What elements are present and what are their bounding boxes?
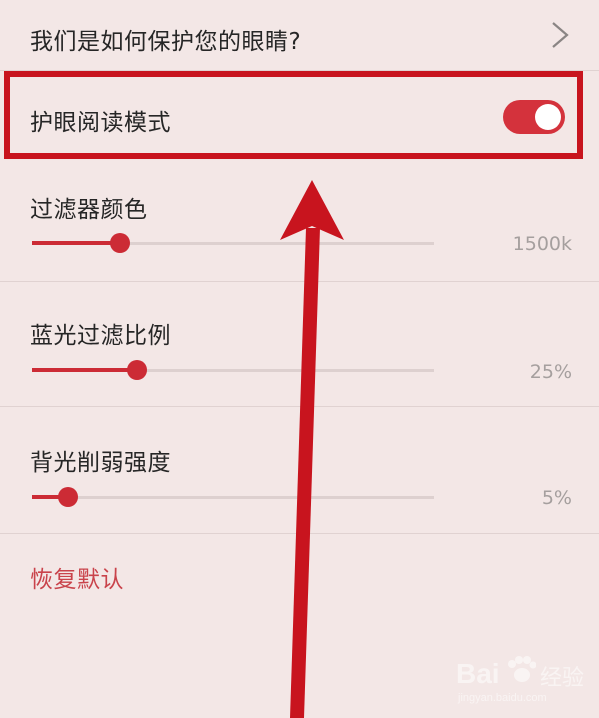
protect-eyes-label: 我们是如何保护您的眼睛? bbox=[30, 29, 302, 55]
protect-eyes-row[interactable]: 我们是如何保护您的眼睛? bbox=[0, 0, 599, 70]
divider bbox=[0, 533, 599, 534]
highlight-box bbox=[4, 71, 583, 159]
watermark-jingyan-text: 经验 bbox=[540, 665, 585, 690]
filter-color-slider[interactable] bbox=[32, 233, 434, 253]
filter-color-label: 过滤器颜色 bbox=[30, 197, 148, 223]
slider-fill bbox=[32, 368, 137, 372]
backlight-weaken-value: 5% bbox=[541, 487, 572, 509]
slider-thumb[interactable] bbox=[58, 487, 78, 507]
slider-fill bbox=[32, 241, 120, 245]
blue-light-ratio-value: 25% bbox=[529, 361, 572, 383]
blue-light-ratio-row: 蓝光过滤比例 25% bbox=[0, 282, 599, 407]
chevron-right-icon bbox=[552, 22, 569, 48]
blue-light-ratio-slider[interactable] bbox=[32, 360, 434, 380]
reset-default-button[interactable]: 恢复默认 bbox=[30, 560, 124, 594]
baidu-watermark: Bai 经验 jingyan.baidu.com bbox=[456, 652, 591, 708]
watermark-url-text: jingyan.baidu.com bbox=[458, 692, 547, 704]
slider-thumb[interactable] bbox=[127, 360, 147, 380]
slider-track bbox=[32, 496, 434, 499]
watermark-bai-text: Bai bbox=[456, 658, 500, 689]
filter-color-row: 过滤器颜色 1500k bbox=[0, 172, 599, 282]
blue-light-ratio-label: 蓝光过滤比例 bbox=[30, 323, 171, 349]
filter-color-value: 1500k bbox=[512, 233, 572, 255]
backlight-weaken-row: 背光削弱强度 5% bbox=[0, 407, 599, 533]
paw-icon bbox=[508, 656, 536, 682]
settings-screen: 我们是如何保护您的眼睛? 护眼阅读模式 过滤器颜色 1500k 蓝光过滤比例 2… bbox=[0, 0, 599, 718]
backlight-weaken-label: 背光削弱强度 bbox=[30, 450, 171, 476]
slider-thumb[interactable] bbox=[110, 233, 130, 253]
backlight-weaken-slider[interactable] bbox=[32, 487, 434, 507]
